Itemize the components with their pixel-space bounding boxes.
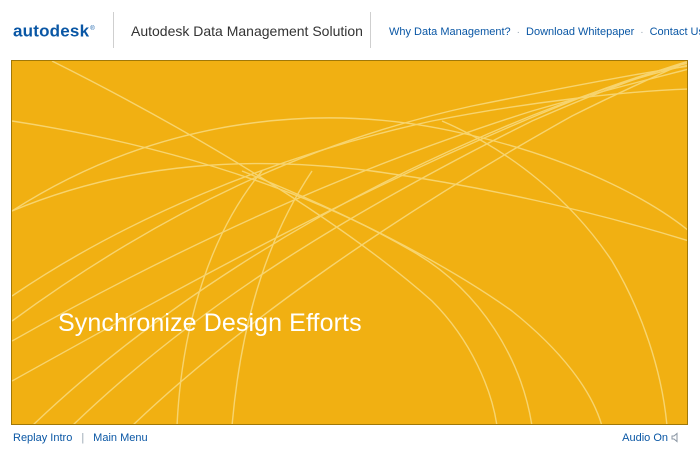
- nav-separator: ·: [516, 27, 521, 38]
- speaker-icon: [671, 432, 678, 443]
- content-stage: Synchronize Design Efforts: [11, 60, 688, 425]
- footer-separator: |: [81, 432, 85, 444]
- nav-download-whitepaper-link[interactable]: Download Whitepaper: [526, 26, 634, 38]
- page: autodesk® Autodesk Data Management Solut…: [0, 0, 700, 451]
- decorative-arc-lines: [12, 61, 687, 424]
- audio-label: Audio On: [622, 432, 668, 444]
- header-divider: [113, 12, 114, 48]
- nav-contact-us-link[interactable]: Contact Us: [650, 26, 700, 38]
- main-menu-link[interactable]: Main Menu: [93, 432, 147, 444]
- top-nav: Why Data Management? · Download Whitepaper…: [389, 25, 700, 40]
- header: autodesk® Autodesk Data Management Solut…: [0, 0, 700, 60]
- nav-separator: ·: [640, 27, 644, 38]
- header-divider: [370, 12, 371, 48]
- footer: Replay Intro | Main Menu Audio On: [0, 428, 700, 451]
- registered-mark: ®: [90, 26, 95, 32]
- nav-why-data-management-link[interactable]: Why Data Management?: [389, 26, 511, 38]
- autodesk-logo[interactable]: autodesk®: [13, 19, 95, 42]
- logo-text: autodesk: [13, 21, 90, 41]
- replay-intro-link[interactable]: Replay Intro: [13, 432, 72, 444]
- footer-links: Replay Intro | Main Menu: [13, 428, 148, 448]
- app-title: Autodesk Data Management Solution: [131, 23, 363, 39]
- audio-toggle-button[interactable]: Audio On: [622, 428, 682, 448]
- stage-heading: Synchronize Design Efforts: [58, 309, 362, 337]
